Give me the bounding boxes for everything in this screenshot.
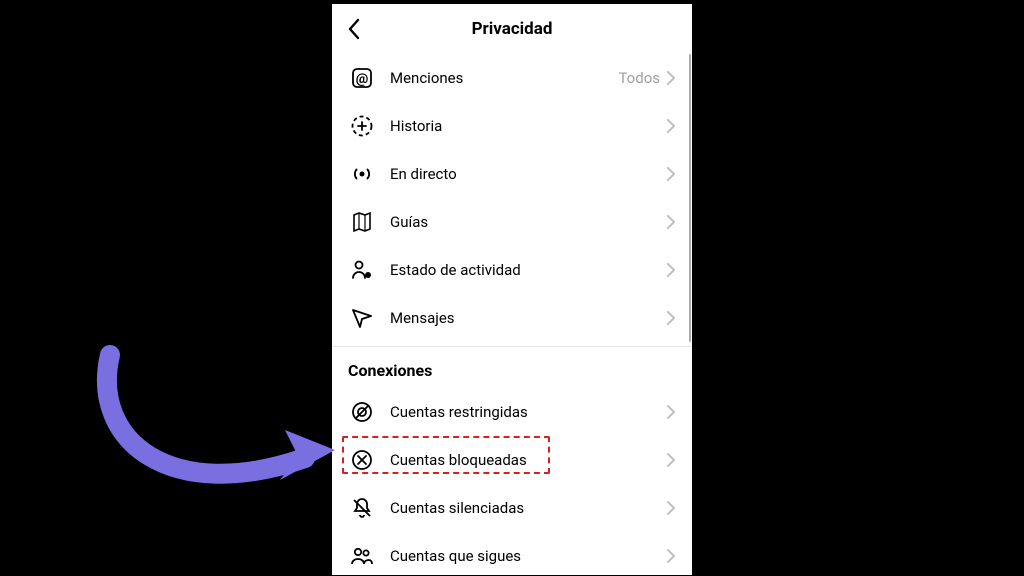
chevron-right-icon xyxy=(666,405,676,419)
chevron-right-icon xyxy=(666,549,676,563)
row-label: Estado de actividad xyxy=(390,261,666,279)
row-label: Guías xyxy=(390,213,666,231)
messages-icon xyxy=(348,304,376,332)
story-add-icon xyxy=(348,112,376,140)
phone-screen: Privacidad @ Menciones Todos Historia xyxy=(332,4,692,575)
chevron-right-icon xyxy=(666,453,676,467)
row-estado-actividad[interactable]: Estado de actividad xyxy=(332,246,692,294)
row-value: Todos xyxy=(618,69,660,87)
page-title: Privacidad xyxy=(332,19,692,39)
live-icon xyxy=(348,160,376,188)
row-cuentas-restringidas[interactable]: Cuentas restringidas xyxy=(332,388,692,436)
row-mensajes[interactable]: Mensajes xyxy=(332,294,692,342)
chevron-right-icon xyxy=(666,501,676,515)
row-label: En directo xyxy=(390,165,666,183)
chevron-right-icon xyxy=(666,119,676,133)
row-historia[interactable]: Historia xyxy=(332,102,692,150)
section-header-conexiones: Conexiones xyxy=(332,346,692,388)
row-label: Cuentas bloqueadas xyxy=(390,451,666,469)
chevron-right-icon xyxy=(666,71,676,85)
row-label: Mensajes xyxy=(390,309,666,327)
blocked-icon xyxy=(348,446,376,474)
header-bar: Privacidad xyxy=(332,4,692,54)
row-label: Cuentas restringidas xyxy=(390,403,666,421)
annotation-arrow-icon xyxy=(80,330,340,550)
row-cuentas-que-sigues[interactable]: Cuentas que sigues xyxy=(332,532,692,575)
at-icon: @ xyxy=(348,64,376,92)
row-label: Menciones xyxy=(390,69,618,87)
row-guias[interactable]: Guías xyxy=(332,198,692,246)
row-cuentas-bloqueadas[interactable]: Cuentas bloqueadas xyxy=(332,436,692,484)
back-chevron-icon xyxy=(347,18,361,40)
following-icon xyxy=(348,542,376,570)
restricted-icon xyxy=(348,398,376,426)
row-menciones[interactable]: @ Menciones Todos xyxy=(332,54,692,102)
chevron-right-icon xyxy=(666,167,676,181)
guides-icon xyxy=(348,208,376,236)
chevron-right-icon xyxy=(666,311,676,325)
chevron-right-icon xyxy=(666,263,676,277)
settings-scroll[interactable]: @ Menciones Todos Historia En directo xyxy=(332,54,692,575)
row-label: Cuentas que sigues xyxy=(390,547,666,565)
row-label: Cuentas silenciadas xyxy=(390,499,666,517)
activity-status-icon xyxy=(348,256,376,284)
row-en-directo[interactable]: En directo xyxy=(332,150,692,198)
muted-icon xyxy=(348,494,376,522)
back-button[interactable] xyxy=(332,7,376,51)
svg-text:@: @ xyxy=(356,71,369,87)
row-label: Historia xyxy=(390,117,666,135)
row-cuentas-silenciadas[interactable]: Cuentas silenciadas xyxy=(332,484,692,532)
scroll-indicator xyxy=(689,54,691,342)
chevron-right-icon xyxy=(666,215,676,229)
